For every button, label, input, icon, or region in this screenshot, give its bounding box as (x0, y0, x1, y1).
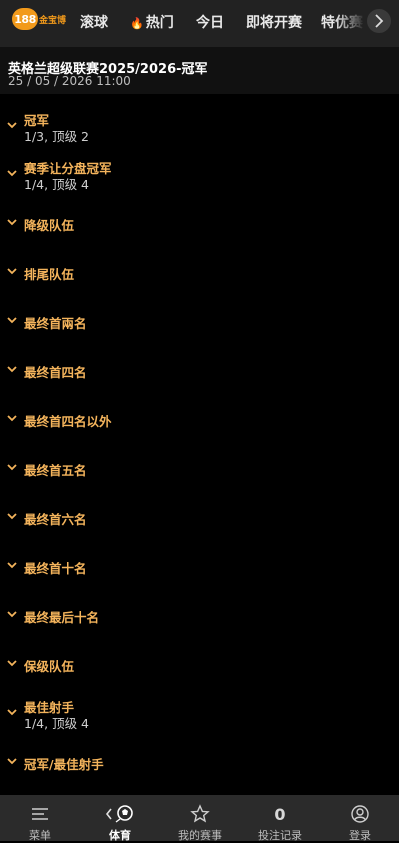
market-row[interactable]: 保级队伍 (0, 656, 399, 686)
brand-logo[interactable]: 188 金宝博 (12, 8, 66, 30)
tab-sports[interactable]: 体育 (80, 795, 160, 842)
market-row[interactable]: 最终首五名 (0, 460, 399, 490)
market-row[interactable]: 最终首六名 (0, 509, 399, 539)
chevron-down-icon (7, 268, 17, 275)
chevron-down-icon (7, 709, 17, 716)
chevron-down-icon (7, 366, 17, 373)
market-row[interactable]: 赛季让分盘冠军 1/4, 顶级 4 (0, 158, 399, 192)
chevron-down-icon (7, 464, 17, 471)
nav-tab-hot-label: 热门 (145, 15, 174, 31)
chevron-down-icon (7, 611, 17, 618)
tab-menu[interactable]: 菜单 (0, 795, 80, 842)
soccer-ball-icon (105, 805, 133, 823)
flame-icon: 🔥 (130, 17, 144, 30)
chevron-down-icon (7, 758, 17, 765)
logo-badge: 188 (12, 8, 38, 30)
market-name: 降级队伍 (24, 218, 75, 233)
market-sub: 1/4, 顶级 4 (24, 177, 89, 192)
star-icon (190, 804, 210, 823)
market-name: 最终首四名 (24, 365, 87, 380)
market-sub: 1/4, 顶级 4 (24, 716, 89, 731)
tab-bet-record[interactable]: 0 投注记录 (240, 795, 320, 843)
nav-tab-today[interactable]: 今日 (196, 12, 224, 32)
chevron-down-icon (7, 317, 17, 324)
bet-count: 0 (274, 804, 286, 824)
tab-my-events[interactable]: 我的赛事 (160, 795, 240, 842)
user-icon (351, 805, 369, 823)
top-nav: 188 金宝博 滚球 🔥热门 今日 即将开赛 特优赛 (0, 0, 399, 47)
menu-icon (32, 808, 48, 820)
market-row[interactable]: 最终最后十名 (0, 607, 399, 637)
market-name: 最终首四名以外 (24, 414, 112, 429)
market-row[interactable]: 最终首四名 (0, 362, 399, 392)
event-header: 英格兰超级联赛2025/2026-冠军 25 / 05 / 2026 11:00 (0, 47, 399, 94)
market-row[interactable]: 冠军/最佳射手 (0, 754, 399, 784)
event-date: 25 / 05 / 2026 11:00 (8, 74, 131, 88)
market-name: 冠军/最佳射手 (24, 757, 104, 772)
chevron-right-icon (375, 14, 384, 28)
market-row[interactable]: 排尾队伍 (0, 264, 399, 294)
nav-scroll-right-button[interactable] (367, 9, 391, 33)
market-row[interactable]: 最佳射手 1/4, 顶级 4 (0, 697, 399, 731)
chevron-down-icon (7, 660, 17, 667)
market-name: 最终首兩名 (24, 316, 87, 331)
market-row[interactable]: 最终首十名 (0, 558, 399, 588)
chevron-down-icon (7, 122, 17, 129)
bottom-tab-bar: 菜单 体育 我的赛事 0 投注记录 登录 (0, 795, 399, 843)
tab-login[interactable]: 登录 (320, 795, 399, 842)
logo-text: 金宝博 (39, 15, 67, 26)
nav-tab-upcoming[interactable]: 即将开赛 (246, 12, 302, 32)
market-name: 排尾队伍 (24, 267, 75, 282)
market-row[interactable]: 最终首四名以外 (0, 411, 399, 441)
chevron-down-icon (7, 562, 17, 569)
market-name: 最终首十名 (24, 561, 87, 576)
nav-tab-inplay[interactable]: 滚球 (80, 12, 108, 32)
chevron-down-icon (7, 170, 17, 177)
market-sub: 1/3, 顶级 2 (24, 129, 89, 144)
nav-tab-hot[interactable]: 🔥 热门 (130, 12, 174, 32)
nav-fade (335, 0, 365, 47)
chevron-down-icon (7, 513, 17, 520)
chevron-down-icon (7, 219, 17, 226)
chevron-down-icon (7, 415, 17, 422)
market-name: 最终首六名 (24, 512, 87, 527)
market-row[interactable]: 降级队伍 (0, 215, 399, 245)
market-name: 保级队伍 (24, 659, 75, 674)
market-row[interactable]: 冠军 1/3, 顶级 2 (0, 110, 399, 144)
market-name: 最终首五名 (24, 463, 87, 478)
market-row[interactable]: 最终首兩名 (0, 313, 399, 343)
market-name: 最终最后十名 (24, 610, 100, 625)
